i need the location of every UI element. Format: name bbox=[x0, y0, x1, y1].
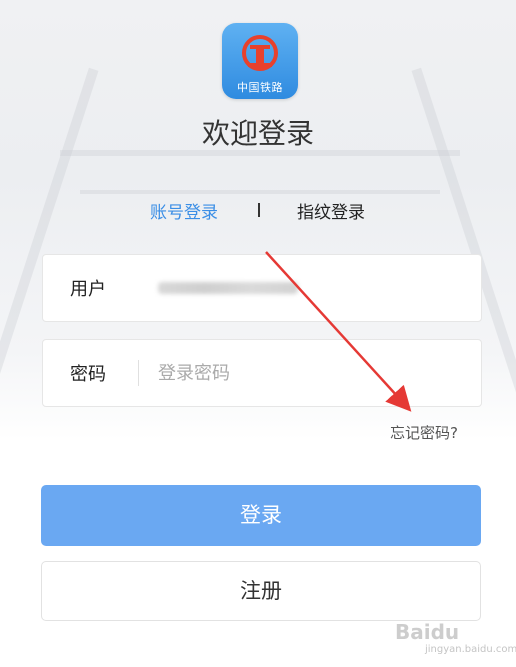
watermark-brand: Baidu bbox=[395, 620, 460, 644]
watermark-sub: jingyan.baidu.com bbox=[425, 644, 516, 655]
annotation-arrow bbox=[265, 251, 412, 412]
watermark: Baidu jingyan.baidu.com bbox=[395, 620, 516, 655]
